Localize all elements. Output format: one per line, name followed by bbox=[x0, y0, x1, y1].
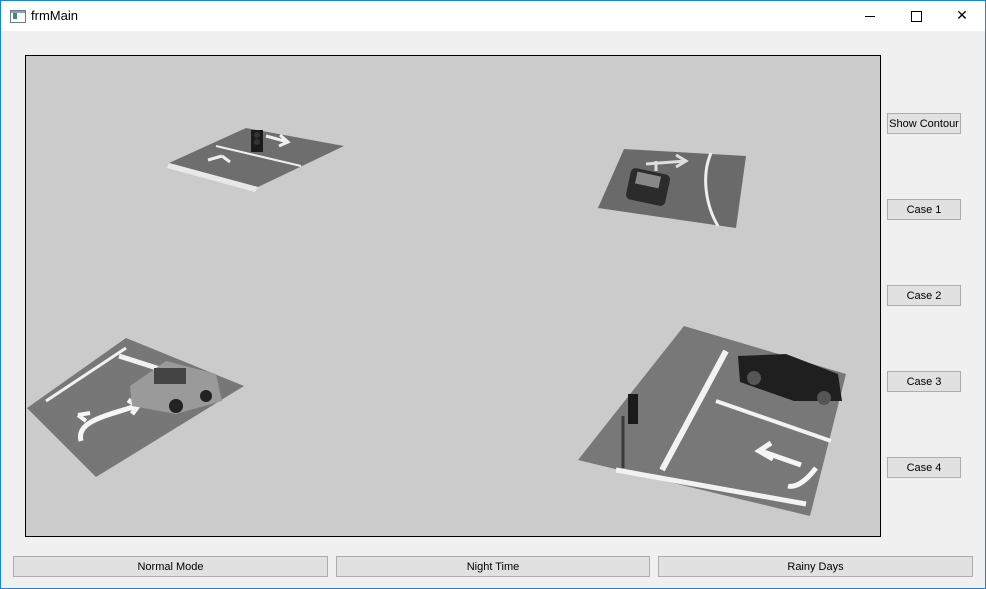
window-title: frmMain bbox=[31, 8, 78, 23]
case-3-button[interactable]: Case 3 bbox=[887, 371, 961, 392]
traffic-light-icon bbox=[628, 394, 638, 424]
minimize-icon bbox=[865, 15, 875, 17]
title-bar: frmMain ✕ bbox=[1, 1, 985, 31]
case-2-button[interactable]: Case 2 bbox=[887, 285, 961, 306]
minimize-button[interactable] bbox=[847, 1, 893, 31]
road-patch-top-right bbox=[598, 149, 746, 228]
road-patch-bottom-left bbox=[27, 338, 244, 477]
image-canvas bbox=[25, 55, 881, 537]
road-patch-top-left bbox=[167, 128, 344, 192]
road-patch-bottom-right bbox=[578, 326, 846, 516]
rainy-days-button[interactable]: Rainy Days bbox=[658, 556, 973, 577]
warped-road-patches bbox=[27, 128, 846, 516]
close-icon: ✕ bbox=[956, 8, 968, 24]
normal-mode-button[interactable]: Normal Mode bbox=[13, 556, 328, 577]
close-button[interactable]: ✕ bbox=[939, 1, 985, 31]
case-1-button[interactable]: Case 1 bbox=[887, 199, 961, 220]
app-window-icon bbox=[10, 10, 26, 23]
maximize-button[interactable] bbox=[893, 1, 939, 31]
show-contour-button[interactable]: Show Contour bbox=[887, 113, 961, 134]
night-time-button[interactable]: Night Time bbox=[336, 556, 650, 577]
app-window: frmMain ✕ Show Contour Case 1 Case 2 Cas… bbox=[0, 0, 986, 589]
case-4-button[interactable]: Case 4 bbox=[887, 457, 961, 478]
maximize-icon bbox=[910, 10, 922, 22]
